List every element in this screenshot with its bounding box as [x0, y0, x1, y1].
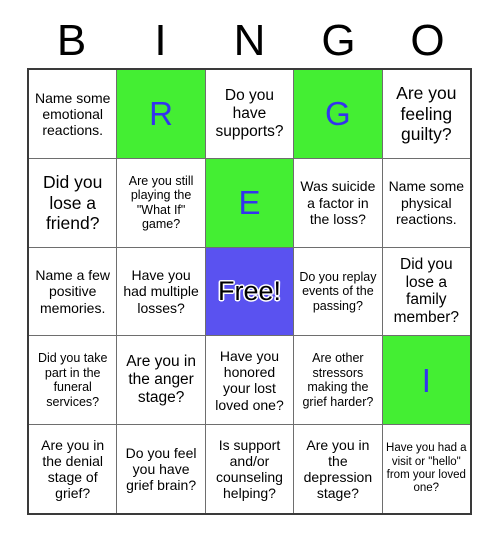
bingo-cell-label: Are you feeling guilty? — [396, 83, 457, 145]
bingo-cell-label: Free! — [217, 275, 281, 306]
bingo-cell-label: Are you in the depression stage? — [303, 436, 373, 502]
bingo-cell[interactable]: Do you feel you have grief brain? — [117, 425, 205, 513]
bingo-cell-label: Name some emotional reactions. — [34, 89, 111, 139]
bingo-cell[interactable]: Name some emotional reactions. — [29, 70, 117, 158]
bingo-cell-label: I — [421, 361, 431, 399]
bingo-cell[interactable]: Was suicide a factor in the loss? — [294, 158, 382, 247]
bingo-cell[interactable]: Did you take part in the funeral service… — [29, 336, 117, 425]
bingo-cell[interactable]: Are you in the denial stage of grief? — [29, 425, 117, 513]
bingo-cell-label: G — [325, 95, 351, 133]
bingo-cell-label: Was suicide a factor in the loss? — [300, 178, 376, 227]
bingo-cell[interactable]: Name some physical reactions. — [382, 158, 470, 247]
bingo-cell[interactable]: Do you have supports? — [205, 70, 294, 158]
bingo-cell[interactable]: Are other stressors making the grief har… — [294, 336, 382, 425]
header-letter-g: G — [321, 16, 356, 65]
bingo-cell-label: Did you lose a family member? — [393, 255, 460, 327]
bingo-cell-label: Name some physical reactions. — [388, 178, 465, 227]
bingo-cell-label: R — [149, 95, 174, 133]
bingo-cell[interactable]: Are you feeling guilty? — [382, 70, 470, 158]
bingo-cell-label: Do you have supports? — [215, 86, 284, 140]
bingo-cell[interactable]: Do you replay events of the passing? — [294, 247, 382, 336]
bingo-cell[interactable]: G — [294, 70, 382, 158]
bingo-cell-label: Have you honored your lost loved one? — [215, 347, 284, 413]
bingo-cell[interactable]: Have you honored your lost loved one? — [205, 336, 294, 425]
bingo-cell[interactable]: Name a few positive memories. — [29, 247, 117, 336]
bingo-cell[interactable]: Is support and/or counseling helping? — [205, 425, 294, 513]
bingo-cell-label: Did you take part in the funeral service… — [37, 351, 108, 409]
bingo-cell[interactable]: I — [382, 336, 470, 425]
bingo-cell[interactable]: R — [117, 70, 205, 158]
bingo-cell-label: Have you had multiple losses? — [123, 267, 199, 316]
bingo-cell[interactable]: Are you still playing the "What If" game… — [117, 158, 205, 247]
bingo-cell[interactable]: Have you had multiple losses? — [117, 247, 205, 336]
bingo-cell[interactable]: Have you had a visit or "hello" from you… — [382, 425, 470, 513]
bingo-header: B I N G O — [27, 14, 472, 68]
bingo-cell-label: Do you replay events of the passing? — [299, 269, 377, 313]
bingo-cell[interactable]: Are you in the anger stage? — [117, 336, 205, 425]
header-letter-i: I — [154, 16, 167, 65]
bingo-free-space[interactable]: Free! — [205, 247, 294, 336]
bingo-cell-label: E — [238, 184, 261, 222]
bingo-cell[interactable]: E — [205, 158, 294, 247]
bingo-cell-label: Name a few positive memories. — [35, 267, 111, 316]
bingo-cell-label: Are you in the anger stage? — [126, 353, 196, 407]
bingo-cell-label: Do you feel you have grief brain? — [125, 444, 197, 494]
bingo-cell-label: Did you lose a friend? — [43, 172, 103, 233]
bingo-cell-label: Have you had a visit or "hello" from you… — [386, 442, 467, 495]
header-letter-o: O — [410, 16, 445, 65]
bingo-grid: Name some emotional reactions. R Do you ha… — [27, 68, 472, 515]
bingo-card: B I N G O Name some emotional reactions.… — [0, 0, 500, 544]
bingo-cell-label: Are you still playing the "What If" game… — [128, 173, 194, 232]
bingo-cell-label: Is support and/or counseling helping? — [216, 436, 283, 502]
header-letter-n: N — [233, 16, 266, 65]
header-letter-b: B — [56, 16, 87, 65]
bingo-cell-label: Are other stressors making the grief har… — [302, 351, 374, 409]
bingo-cell[interactable]: Did you lose a friend? — [29, 158, 117, 247]
bingo-cell-label: Are you in the denial stage of grief? — [41, 436, 105, 502]
bingo-cell[interactable]: Are you in the depression stage? — [294, 425, 382, 513]
bingo-cell[interactable]: Did you lose a family member? — [382, 247, 470, 336]
